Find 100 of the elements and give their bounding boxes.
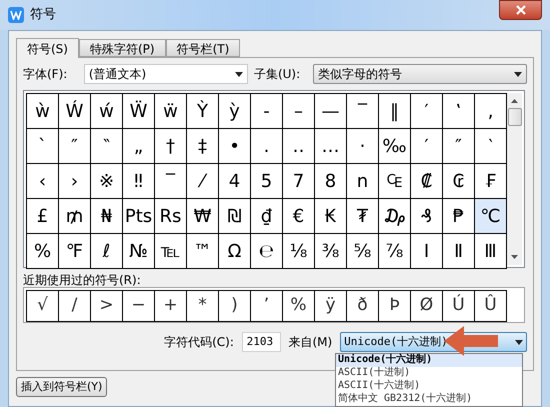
symbol-cell[interactable]: ‶	[91, 129, 122, 163]
symbol-cell[interactable]: 5	[251, 164, 282, 198]
symbol-cell[interactable]: ‵	[475, 129, 506, 163]
symbol-cell[interactable]: ※	[91, 164, 122, 198]
symbol-cell[interactable]: ₡	[411, 164, 442, 198]
symbol-cell[interactable]: –	[283, 94, 314, 128]
symbol-cell[interactable]: ‖	[379, 94, 410, 128]
close-button[interactable]	[499, 0, 542, 20]
subset-dropdown[interactable]: 类似字母的符号	[312, 64, 527, 84]
tab[interactable]: 符号栏(T)	[166, 39, 240, 57]
symbol-cell[interactable]: №	[123, 234, 154, 268]
symbol-cell[interactable]: ₩	[187, 199, 218, 233]
symbol-cell[interactable]: ₮	[347, 199, 378, 233]
symbol-cell[interactable]: ‥	[283, 129, 314, 163]
symbol-cell[interactable]: Ⅲ	[475, 234, 506, 268]
symbol-cell[interactable]: ‾	[155, 164, 186, 198]
symbol-cell[interactable]: ₪	[219, 199, 250, 233]
scroll-up-icon[interactable]	[511, 99, 518, 103]
symbol-cell[interactable]: 7	[283, 164, 314, 198]
font-dropdown[interactable]: (普通文本)	[84, 64, 248, 84]
symbol-cell[interactable]: €	[283, 199, 314, 233]
dropdown-option[interactable]: Unicode(十六进制)	[336, 354, 522, 367]
symbol-cell[interactable]: …	[315, 129, 346, 163]
symbol-cell[interactable]: ℮	[251, 234, 282, 268]
symbol-cell[interactable]: —	[315, 94, 346, 128]
symbol-cell[interactable]: ⁄	[187, 164, 218, 198]
symbol-cell[interactable]: ẁ	[27, 94, 58, 128]
recent-symbol-cell[interactable]: −	[123, 291, 154, 321]
symbol-cell[interactable]: ℡	[155, 234, 186, 268]
scroll-down-icon[interactable]	[511, 255, 518, 259]
symbol-cell[interactable]: £	[27, 199, 58, 233]
symbol-cell[interactable]: ₫	[251, 199, 282, 233]
recent-symbol-cell[interactable]: √	[27, 291, 58, 321]
symbol-cell[interactable]: ₦	[91, 199, 122, 233]
symbol-cell[interactable]: ₥	[59, 199, 90, 233]
scroll-thumb[interactable]	[508, 108, 522, 126]
recent-symbol-cell[interactable]: /	[59, 291, 90, 321]
symbol-cell[interactable]: Ẅ	[123, 94, 154, 128]
recent-symbol-cell[interactable]: >	[91, 291, 122, 321]
scrollbar[interactable]	[507, 93, 522, 265]
symbol-cell[interactable]: n	[347, 164, 378, 198]
symbol-cell[interactable]: ⅜	[315, 234, 346, 268]
symbol-cell[interactable]: ỳ	[219, 94, 250, 128]
symbol-cell[interactable]: ₯	[379, 199, 410, 233]
symbol-cell[interactable]: Ω	[219, 234, 250, 268]
symbol-cell[interactable]: ₭	[315, 199, 346, 233]
recent-symbol-cell[interactable]: Û	[475, 291, 506, 321]
recent-symbol-cell[interactable]: )	[219, 291, 250, 321]
symbol-cell[interactable]: ₣	[475, 164, 506, 198]
symbol-cell[interactable]: ‚	[475, 94, 506, 128]
symbol-cell[interactable]: ™	[187, 234, 218, 268]
recent-symbol-cell[interactable]: Ø	[411, 291, 442, 321]
symbol-cell[interactable]: ″	[443, 129, 474, 163]
symbol-cell[interactable]: ⅞	[379, 234, 410, 268]
symbol-cell[interactable]: ‛	[443, 94, 474, 128]
tab[interactable]: 特殊字符(P)	[78, 39, 166, 57]
symbol-cell[interactable]: ‡	[187, 129, 218, 163]
symbol-cell[interactable]: Ⅱ	[443, 234, 474, 268]
symbol-cell[interactable]: ›	[59, 164, 90, 198]
symbol-cell[interactable]: †	[155, 129, 186, 163]
symbol-cell[interactable]: Ⅰ	[411, 234, 442, 268]
symbol-cell[interactable]: Pts	[123, 199, 154, 233]
recent-symbol-cell[interactable]: Þ	[379, 291, 410, 321]
symbol-cell[interactable]: ⅝	[347, 234, 378, 268]
recent-symbol-cell[interactable]: %	[283, 291, 314, 321]
symbol-cell[interactable]: %	[27, 234, 58, 268]
recent-symbol-cell[interactable]: Ú	[443, 291, 474, 321]
symbol-cell[interactable]: ₠	[379, 164, 410, 198]
symbol-cell[interactable]: 8	[315, 164, 346, 198]
symbol-cell[interactable]: ‹	[27, 164, 58, 198]
symbol-cell[interactable]: ·	[347, 129, 378, 163]
symbol-cell[interactable]: ′	[411, 129, 442, 163]
symbol-cell[interactable]: ℉	[59, 234, 90, 268]
symbol-cell[interactable]: ₢	[443, 164, 474, 198]
symbol-cell[interactable]: Rs	[155, 199, 186, 233]
recent-symbol-cell[interactable]: ÿ	[315, 291, 346, 321]
recent-symbol-cell[interactable]: +	[155, 291, 186, 321]
symbol-cell[interactable]: .	[251, 129, 282, 163]
insert-to-symbol-bar-button[interactable]: 插入到符号栏(Y)	[16, 377, 108, 398]
symbol-cell[interactable]: Ỳ	[187, 94, 218, 128]
symbol-cell[interactable]: ẅ	[155, 94, 186, 128]
recent-symbol-cell[interactable]: ð	[347, 291, 378, 321]
symbol-cell[interactable]: ₰	[411, 199, 442, 233]
symbol-cell[interactable]: ‼	[123, 164, 154, 198]
symbol-cell[interactable]: ‐	[251, 94, 282, 128]
symbol-cell[interactable]: 4	[219, 164, 250, 198]
symbol-cell[interactable]: ẃ	[91, 94, 122, 128]
symbol-cell[interactable]: „	[123, 129, 154, 163]
symbol-cell[interactable]: ‰	[379, 129, 410, 163]
symbol-cell[interactable]: •	[219, 129, 250, 163]
symbol-cell[interactable]: `	[27, 129, 58, 163]
tab[interactable]: 符号(S)	[16, 38, 79, 58]
symbol-cell[interactable]: ℓ	[91, 234, 122, 268]
recent-symbol-cell[interactable]: ’	[251, 291, 282, 321]
symbol-cell[interactable]: ″	[59, 129, 90, 163]
symbol-cell[interactable]: ₱	[443, 199, 474, 233]
char-code-field[interactable]: 2103	[242, 332, 282, 352]
symbol-cell[interactable]: ℃	[475, 199, 506, 233]
symbol-cell[interactable]: ⅛	[283, 234, 314, 268]
symbol-cell[interactable]: ′	[411, 94, 442, 128]
